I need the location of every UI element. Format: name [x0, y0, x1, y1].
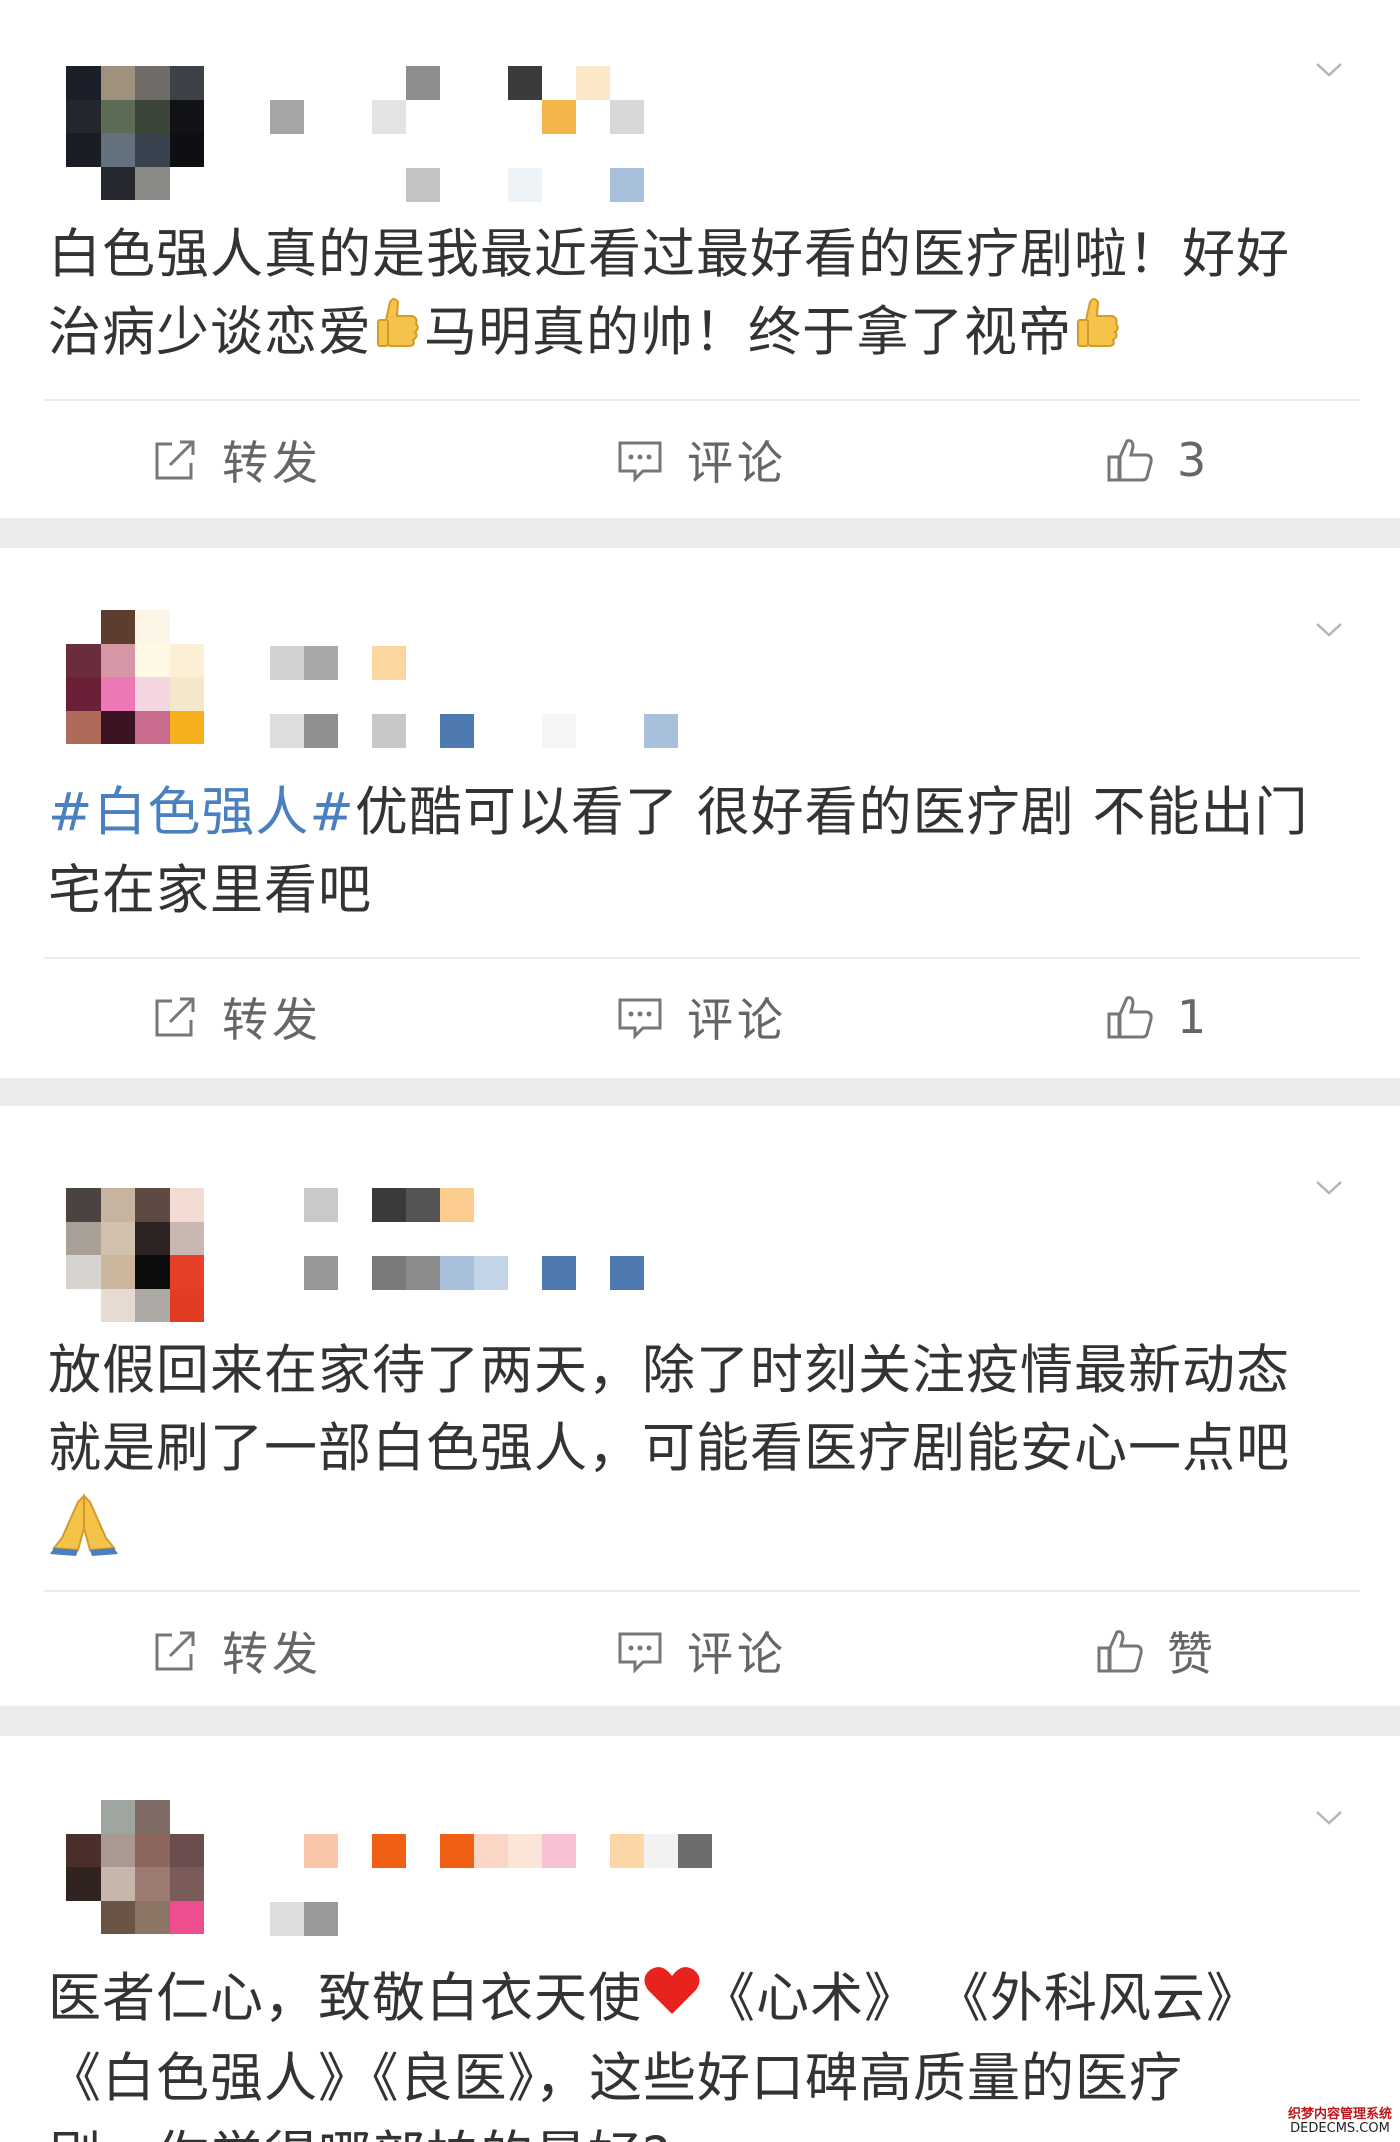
- meta-blur: [270, 1902, 338, 1936]
- post-text-line: 宅在家里看吧: [48, 860, 372, 921]
- repost-button[interactable]: 转发: [150, 1596, 322, 1706]
- action-bar: 转发 评论 1: [0, 962, 1400, 1072]
- post-text: 医者仁心，致敬白衣天使 《心术》 《外科风云》 《白色强人》《良医》，这些好口碑高…: [48, 1960, 1348, 2142]
- post-text-segment: 治病少谈恋爱: [48, 302, 372, 363]
- like-button[interactable]: 1: [1105, 962, 1210, 1072]
- action-bar: 转发 评论 3: [0, 405, 1400, 515]
- comment-icon: [618, 998, 662, 1040]
- comment-label: 评论: [687, 436, 787, 490]
- comment-button[interactable]: 评论: [615, 962, 787, 1072]
- thumbs-up-emoji: [372, 296, 424, 374]
- avatar[interactable]: [66, 66, 204, 200]
- post-text-line: 治病少谈恋爱 马明真的帅！终于拿了视帝: [48, 294, 1348, 374]
- repost-icon: [155, 997, 195, 1037]
- action-bar: 转发 评论 赞: [0, 1596, 1400, 1706]
- watermark-line: 织梦内容管理系统: [1287, 2107, 1392, 2122]
- comment-button[interactable]: 评论: [615, 1596, 787, 1706]
- chevron-down-icon[interactable]: [1314, 1802, 1344, 1832]
- watermark: 织梦内容管理系统 DEDECMS.COM: [1286, 2108, 1394, 2138]
- comment-icon: [618, 441, 662, 483]
- repost-button[interactable]: 转发: [150, 405, 322, 515]
- post-card: 医者仁心，致敬白衣天使 《心术》 《外科风云》 《白色强人》《良医》，这些好口碑高…: [0, 1736, 1400, 2142]
- repost-icon: [155, 440, 195, 480]
- meta-blur: [270, 714, 678, 748]
- post-text-segment: 优酷可以看了 很好看的医疗剧 不能出门: [354, 782, 1309, 843]
- username-blur[interactable]: [270, 100, 644, 134]
- username-blur[interactable]: [304, 1188, 474, 1222]
- username-blur[interactable]: [270, 646, 406, 680]
- comment-icon: [618, 1632, 662, 1674]
- post-card: 放假回来在家待了两天，除了时刻关注疫情最新动态 就是刷了一部白色强人，可能看医疗…: [0, 1106, 1400, 1706]
- repost-icon: [155, 1631, 195, 1671]
- repost-button[interactable]: 转发: [150, 962, 322, 1072]
- post-text: 放假回来在家待了两天，除了时刻关注疫情最新动态 就是刷了一部白色强人，可能看医疗…: [48, 1332, 1348, 1580]
- repost-label: 转发: [222, 993, 322, 1047]
- pray-emoji: [48, 1488, 120, 1580]
- like-button[interactable]: 赞: [1095, 1596, 1217, 1706]
- chevron-down-icon[interactable]: [1314, 1172, 1344, 1202]
- thumbs-up-icon: [1107, 996, 1153, 1039]
- divider: [44, 399, 1360, 401]
- comment-label: 评论: [687, 993, 787, 1047]
- post-text-segment: 《心术》 《外科风云》: [702, 1968, 1260, 2029]
- meta-blur: [406, 168, 644, 202]
- post-text: #白色强人#优酷可以看了 很好看的医疗剧 不能出门 宅在家里看吧: [48, 774, 1348, 930]
- username-blur[interactable]: [304, 1834, 712, 1868]
- divider: [44, 957, 1360, 959]
- post-text-segment: 马明真的帅！终于拿了视帝: [424, 302, 1072, 363]
- post-text-line: 放假回来在家待了两天，除了时刻关注疫情最新动态: [48, 1340, 1290, 1401]
- thumbs-up-icon: [1097, 1630, 1143, 1673]
- post-text-line: 医者仁心，致敬白衣天使 《心术》 《外科风云》: [48, 1960, 1348, 2040]
- repost-label: 转发: [222, 436, 322, 490]
- meta-blur: [304, 1256, 644, 1290]
- chevron-down-icon[interactable]: [1314, 614, 1344, 644]
- like-label: 赞: [1167, 1627, 1217, 1681]
- chevron-down-icon[interactable]: [1314, 54, 1344, 84]
- watermark-line: DEDECMS.COM: [1290, 2121, 1390, 2136]
- post-text-line: 白色强人真的是我最近看过最好看的医疗剧啦！好好: [48, 224, 1290, 285]
- post-text: 白色强人真的是我最近看过最好看的医疗剧啦！好好 治病少谈恋爱 马明真的帅！终于拿了…: [48, 216, 1348, 374]
- repost-label: 转发: [222, 1627, 322, 1681]
- username-blur-top: [406, 66, 610, 100]
- avatar[interactable]: [66, 1188, 204, 1322]
- post-text-line: 就是刷了一部白色强人，可能看医疗剧能安心一点吧: [48, 1418, 1290, 1479]
- post-text-segment: 医者仁心，致敬白衣天使: [48, 1968, 642, 2029]
- divider: [44, 1590, 1360, 1592]
- post-text-line: [48, 1488, 1348, 1580]
- thumbs-up-icon: [1107, 439, 1153, 482]
- post-text-line: 剧，你觉得哪部拍的最好?: [48, 2118, 1348, 2142]
- avatar[interactable]: [66, 1800, 204, 1934]
- comment-button[interactable]: 评论: [615, 405, 787, 515]
- topic-link[interactable]: #白色强人#: [48, 782, 355, 843]
- avatar[interactable]: [66, 610, 204, 744]
- like-count: 1: [1177, 990, 1211, 1044]
- post-text-line: 《白色强人》《良医》，这些好口碑高质量的医疗: [48, 2048, 1183, 2110]
- comment-label: 评论: [687, 1627, 787, 1681]
- post-card: 白色强人真的是我最近看过最好看的医疗剧啦！好好 治病少谈恋爱 马明真的帅！终于拿了…: [0, 0, 1400, 518]
- thumbs-up-emoji: [1072, 296, 1124, 374]
- like-button[interactable]: 3: [1105, 405, 1210, 515]
- heart-emoji: [642, 1962, 702, 2040]
- post-text-line: #白色强人#优酷可以看了 很好看的医疗剧 不能出门: [48, 774, 1348, 852]
- like-count: 3: [1177, 433, 1211, 487]
- post-card: #白色强人#优酷可以看了 很好看的医疗剧 不能出门 宅在家里看吧 转发 评论 1: [0, 548, 1400, 1078]
